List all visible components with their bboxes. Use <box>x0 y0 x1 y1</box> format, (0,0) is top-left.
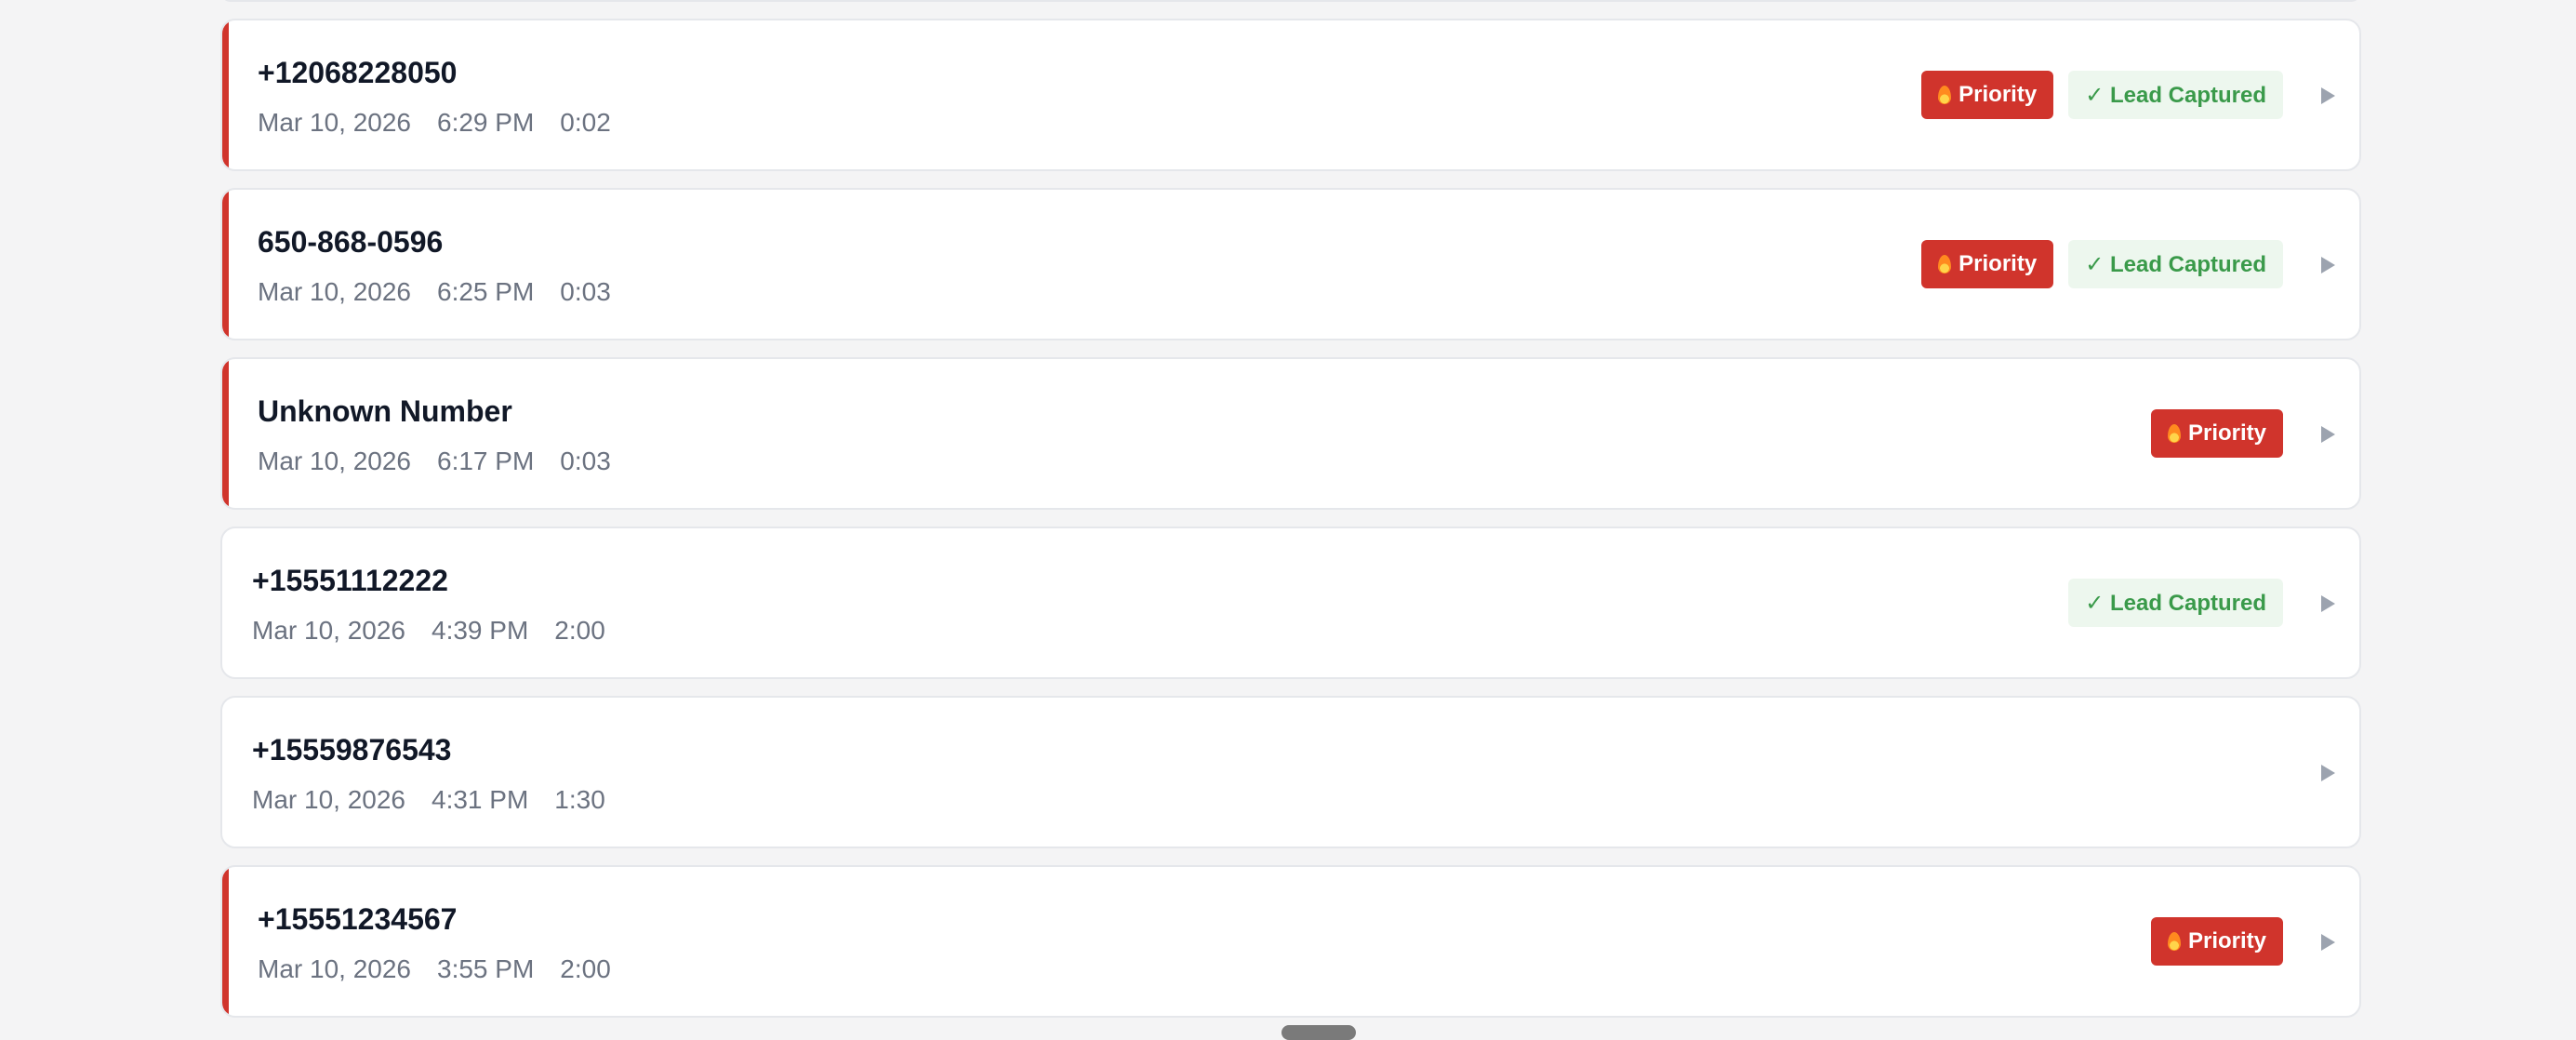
call-time: 6:17 PM <box>437 447 535 475</box>
priority-badge-label: Priority <box>2187 420 2266 446</box>
call-date: Mar 10, 2026 <box>258 277 411 306</box>
play-arrow-icon[interactable] <box>2321 426 2335 443</box>
call-meta: Mar 10, 2026 6:29 PM 0:02 <box>258 108 611 138</box>
call-meta: Mar 10, 2026 6:17 PM 0:03 <box>258 447 611 476</box>
lead-captured-label: ✓ Lead Captured <box>2085 82 2266 108</box>
call-date: Mar 10, 2026 <box>252 785 405 814</box>
call-card[interactable]: 650-868-0596 Mar 10, 2026 6:25 PM 0:03 Prior… <box>220 188 2361 340</box>
call-time: 3:55 PM <box>437 954 535 983</box>
call-card[interactable]: +15559876543 Mar 10, 2026 4:31 PM 1:30 <box>220 696 2361 848</box>
caller-number: +15551234567 <box>258 902 458 936</box>
priority-badge-label: Priority <box>2187 928 2266 953</box>
call-duration: 2:00 <box>554 616 605 645</box>
call-card[interactable]: +12068228050 Mar 10, 2026 6:29 PM 0:02 Prior… <box>220 19 2361 171</box>
call-duration: 1:30 <box>554 785 605 814</box>
call-time: 4:39 PM <box>432 616 529 645</box>
call-duration: 2:00 <box>560 954 611 983</box>
play-arrow-icon[interactable] <box>2321 257 2335 273</box>
priority-badge-label: Priority <box>1959 251 2038 276</box>
call-duration: 0:03 <box>560 277 611 306</box>
lead-captured-label: ✓ Lead Captured <box>2085 590 2266 616</box>
call-time: 6:29 PM <box>437 108 535 137</box>
caller-number: 650-868-0596 <box>258 225 444 259</box>
call-duration: 0:03 <box>560 447 611 475</box>
call-badges: Priority ✓ Lead Captured <box>1921 71 2283 119</box>
call-badges: Priority ✓ Lead Captured <box>1921 240 2283 288</box>
call-card[interactable]: +15551112222 Mar 10, 2026 4:39 PM 2:00 ✓ Lea… <box>220 527 2361 679</box>
caller-number: +15559876543 <box>252 733 452 767</box>
priority-badge-label: Priority <box>1959 82 2038 107</box>
lead-captured-badge: ✓ Lead Captured <box>2068 240 2283 288</box>
call-time: 4:31 PM <box>432 785 529 814</box>
call-meta: Mar 10, 2026 4:39 PM 2:00 <box>252 616 605 646</box>
lead-captured-badge: ✓ Lead Captured <box>2068 579 2283 627</box>
call-meta: Mar 10, 2026 3:55 PM 2:00 <box>258 954 611 984</box>
previous-call-card-edge[interactable] <box>220 0 2361 2</box>
lead-captured-badge: ✓ Lead Captured <box>2068 71 2283 119</box>
call-meta: Mar 10, 2026 6:25 PM 0:03 <box>258 277 611 307</box>
call-date: Mar 10, 2026 <box>258 108 411 137</box>
call-badges: Priority <box>2150 409 2283 458</box>
call-duration: 0:02 <box>560 108 611 137</box>
call-list: +12068228050 Mar 10, 2026 6:29 PM 0:02 Prior… <box>220 19 2361 1034</box>
call-card[interactable]: +15551234567 Mar 10, 2026 3:55 PM 2:00 Prior… <box>220 865 2361 1018</box>
call-date: Mar 10, 2026 <box>252 616 405 645</box>
caller-number: +15551112222 <box>252 564 448 597</box>
priority-badge: Priority <box>2150 917 2283 966</box>
flame-icon <box>2167 932 2181 951</box>
play-arrow-icon[interactable] <box>2321 595 2335 612</box>
play-arrow-icon[interactable] <box>2321 87 2335 104</box>
call-meta: Mar 10, 2026 4:31 PM 1:30 <box>252 785 605 815</box>
call-time: 6:25 PM <box>437 277 535 306</box>
priority-badge: Priority <box>1921 71 2054 119</box>
flame-icon <box>2167 424 2181 443</box>
call-date: Mar 10, 2026 <box>258 954 411 983</box>
call-badges: Priority <box>2150 917 2283 966</box>
call-badges: ✓ Lead Captured <box>2068 579 2283 627</box>
flame-icon <box>1938 255 1952 273</box>
lead-captured-label: ✓ Lead Captured <box>2085 251 2266 277</box>
play-arrow-icon[interactable] <box>2321 934 2335 951</box>
priority-badge: Priority <box>1921 240 2054 288</box>
flame-icon <box>1938 86 1952 104</box>
call-card[interactable]: Unknown Number Mar 10, 2026 6:17 PM 0:03 Pri… <box>220 357 2361 510</box>
call-date: Mar 10, 2026 <box>258 447 411 475</box>
caller-number: +12068228050 <box>258 56 458 89</box>
play-arrow-icon[interactable] <box>2321 765 2335 781</box>
caller-number: Unknown Number <box>258 394 512 428</box>
priority-badge: Priority <box>2150 409 2283 458</box>
